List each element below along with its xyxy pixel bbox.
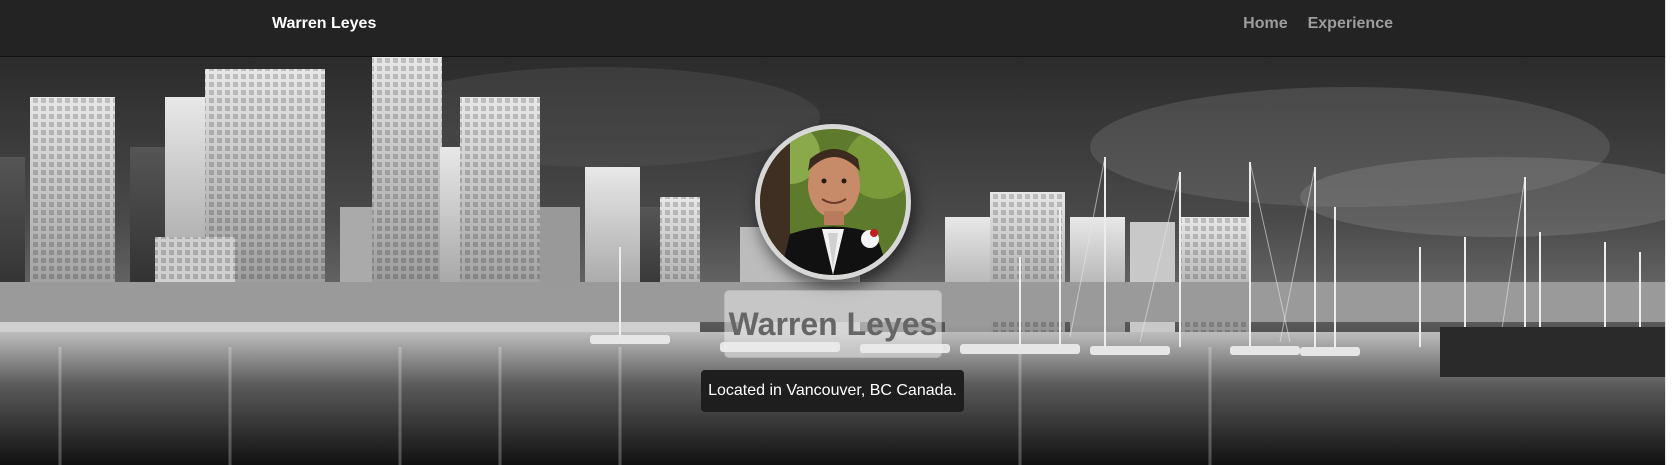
hero-name: Warren Leyes [728, 305, 938, 342]
location-badge: Located in Vancouver, BC Canada. [701, 370, 964, 412]
nav-links: Home Experience [1243, 15, 1393, 33]
nav-link-experience[interactable]: Experience [1308, 15, 1393, 33]
brand-link[interactable]: Warren Leyes [272, 15, 376, 33]
location-text: Located in Vancouver, BC Canada. [708, 382, 957, 399]
name-panel: Warren Leyes [725, 291, 941, 357]
navbar: Warren Leyes Home Experience [0, 0, 1666, 57]
page-scrollbar[interactable] [1665, 0, 1675, 465]
profile-photo [755, 124, 911, 280]
hero-banner: Warren Leyes Located in Vancouver, BC Ca… [0, 57, 1666, 465]
avatar-icon [760, 129, 906, 275]
nav-link-home[interactable]: Home [1243, 15, 1287, 33]
